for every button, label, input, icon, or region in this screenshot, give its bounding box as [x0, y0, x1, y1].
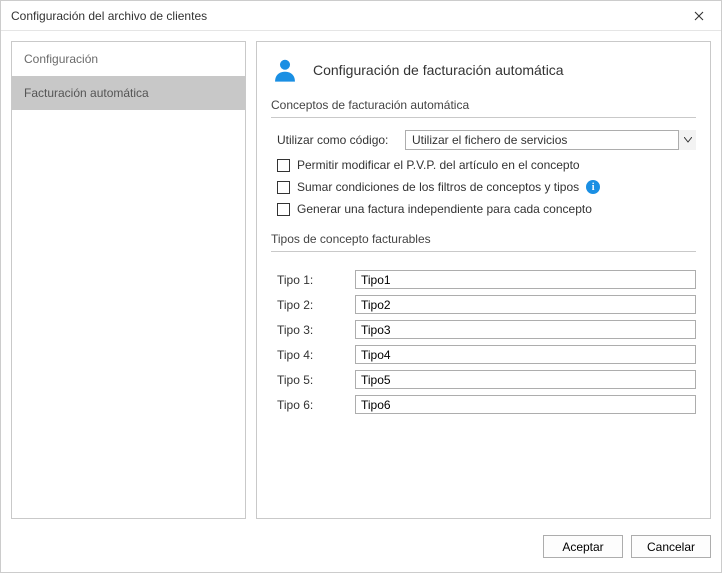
type-4-input[interactable]: [355, 345, 696, 364]
type-row-5: Tipo 5:: [271, 370, 696, 389]
main-panel: Configuración de facturación automática …: [256, 41, 711, 519]
types-group: Tipo 1: Tipo 2: Tipo 3: Tipo 4: Tipo 5: …: [271, 270, 696, 420]
content: Configuración Facturación automática Con…: [1, 31, 721, 529]
cancel-button[interactable]: Cancelar: [631, 535, 711, 558]
type-row-3: Tipo 3:: [271, 320, 696, 339]
chk-independent-invoice[interactable]: [277, 203, 290, 216]
chevron-down-icon: [678, 130, 696, 150]
type-5-input[interactable]: [355, 370, 696, 389]
use-as-code-label: Utilizar como código:: [277, 133, 397, 147]
row-chk-independent-invoice: Generar una factura independiente para c…: [271, 202, 696, 216]
heading-title: Configuración de facturación automática: [313, 62, 564, 78]
titlebar: Configuración del archivo de clientes: [1, 1, 721, 31]
chk-sum-conditions-label[interactable]: Sumar condiciones de los filtros de conc…: [297, 180, 579, 194]
use-as-code-value: Utilizar el fichero de servicios: [405, 130, 696, 150]
chk-modify-pvp[interactable]: [277, 159, 290, 172]
group-conceptos-title: Conceptos de facturación automática: [271, 98, 696, 118]
info-icon[interactable]: i: [586, 180, 600, 194]
chk-sum-conditions[interactable]: [277, 181, 290, 194]
chk-independent-invoice-label[interactable]: Generar una factura independiente para c…: [297, 202, 592, 216]
type-row-6: Tipo 6:: [271, 395, 696, 414]
accept-button[interactable]: Aceptar: [543, 535, 623, 558]
row-chk-sum-conditions: Sumar condiciones de los filtros de conc…: [271, 180, 696, 194]
type-row-4: Tipo 4:: [271, 345, 696, 364]
type-6-input[interactable]: [355, 395, 696, 414]
row-use-as-code: Utilizar como código: Utilizar el ficher…: [271, 130, 696, 150]
heading: Configuración de facturación automática: [271, 56, 696, 84]
type-6-label: Tipo 6:: [277, 398, 347, 412]
type-2-label: Tipo 2:: [277, 298, 347, 312]
type-5-label: Tipo 5:: [277, 373, 347, 387]
use-as-code-select[interactable]: Utilizar el fichero de servicios: [405, 130, 696, 150]
sidebar: Configuración Facturación automática: [11, 41, 246, 519]
type-3-label: Tipo 3:: [277, 323, 347, 337]
type-1-label: Tipo 1:: [277, 273, 347, 287]
group-tipos-title: Tipos de concepto facturables: [271, 232, 696, 252]
sidebar-item-facturacion-automatica[interactable]: Facturación automática: [12, 76, 245, 110]
window-title: Configuración del archivo de clientes: [11, 9, 207, 23]
close-button[interactable]: [676, 1, 721, 30]
type-1-input[interactable]: [355, 270, 696, 289]
footer: Aceptar Cancelar: [1, 529, 721, 566]
row-chk-modify-pvp: Permitir modificar el P.V.P. del artícul…: [271, 158, 696, 172]
user-icon: [271, 56, 299, 84]
type-3-input[interactable]: [355, 320, 696, 339]
type-row-2: Tipo 2:: [271, 295, 696, 314]
type-2-input[interactable]: [355, 295, 696, 314]
sidebar-item-configuracion[interactable]: Configuración: [12, 42, 245, 76]
chk-modify-pvp-label[interactable]: Permitir modificar el P.V.P. del artícul…: [297, 158, 580, 172]
type-4-label: Tipo 4:: [277, 348, 347, 362]
type-row-1: Tipo 1:: [271, 270, 696, 289]
close-icon: [694, 11, 704, 21]
